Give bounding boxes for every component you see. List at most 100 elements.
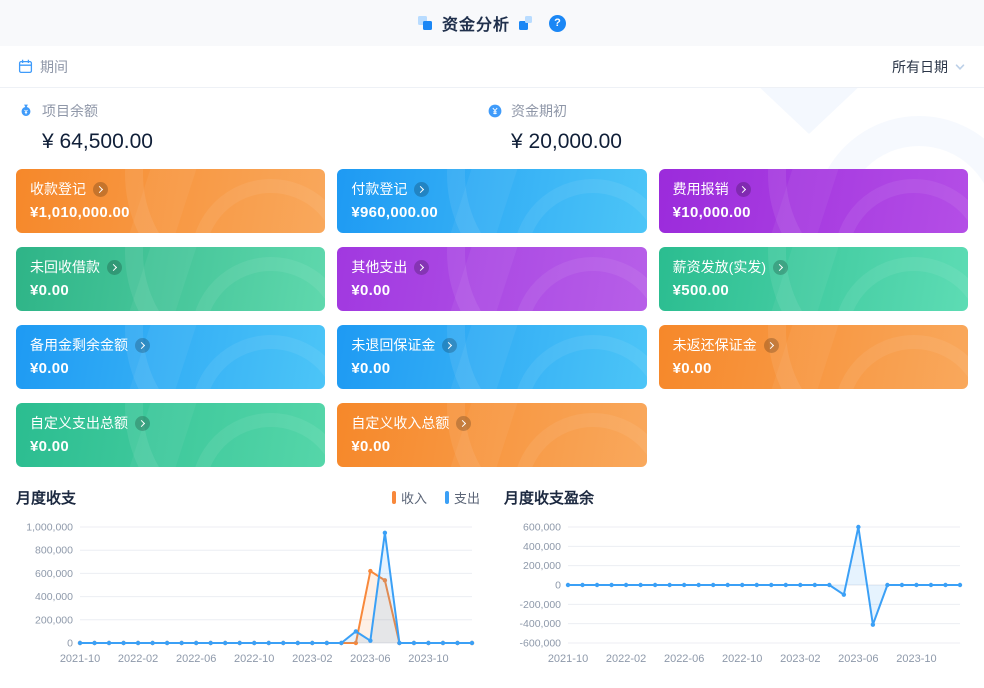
- svg-text:-600,000: -600,000: [520, 638, 562, 650]
- svg-text:2023-10: 2023-10: [896, 653, 936, 665]
- fund-card[interactable]: 备用金剩余金额 ¥0.00: [16, 325, 325, 389]
- svg-text:2023-10: 2023-10: [408, 653, 448, 665]
- legend-item[interactable]: 收入: [392, 488, 427, 507]
- data-point: [726, 583, 730, 587]
- legend-item[interactable]: 支出: [445, 488, 480, 507]
- data-point: [281, 641, 285, 645]
- data-point: [121, 641, 125, 645]
- chevron-right-icon: [764, 338, 779, 353]
- card-value: ¥0.00: [30, 360, 311, 377]
- chart-legend: 收入 支出: [392, 488, 480, 507]
- svg-text:400,000: 400,000: [35, 591, 73, 603]
- svg-text:2022-06: 2022-06: [664, 653, 704, 665]
- legend-marker-icon: [392, 491, 396, 504]
- svg-text:200,000: 200,000: [35, 614, 73, 626]
- card-value: ¥0.00: [351, 282, 632, 299]
- fund-card[interactable]: 付款登记 ¥960,000.00: [337, 169, 646, 233]
- data-point: [711, 583, 715, 587]
- data-point: [150, 641, 154, 645]
- legend-marker-icon: [445, 491, 449, 504]
- data-point: [609, 583, 613, 587]
- data-point: [696, 583, 700, 587]
- fund-card[interactable]: 自定义收入总额 ¥0.00: [337, 403, 646, 467]
- data-point: [827, 583, 831, 587]
- chevron-right-icon: [736, 182, 751, 197]
- data-point: [900, 583, 904, 587]
- chevron-right-icon: [107, 260, 122, 275]
- summary-section: 项目余额 ¥ 64,500.00 资金期初 ¥ 20,000.00: [0, 88, 984, 163]
- fund-card[interactable]: 其他支出 ¥0.00: [337, 247, 646, 311]
- svg-text:-200,000: -200,000: [520, 599, 562, 611]
- card-value: ¥0.00: [30, 282, 311, 299]
- data-point: [813, 583, 817, 587]
- fund-card[interactable]: 未返还保证金 ¥0.00: [659, 325, 968, 389]
- data-point: [165, 641, 169, 645]
- data-point: [566, 583, 570, 587]
- data-point: [455, 641, 459, 645]
- data-point: [638, 583, 642, 587]
- data-point: [441, 641, 445, 645]
- svg-text:0: 0: [555, 580, 561, 592]
- card-value: ¥0.00: [30, 438, 311, 455]
- svg-text:0: 0: [67, 638, 73, 650]
- date-filter-dropdown[interactable]: 所有日期: [892, 57, 966, 77]
- chevron-right-icon: [135, 338, 150, 353]
- card-label: 薪资发放(实发): [673, 257, 766, 277]
- data-point: [943, 583, 947, 587]
- date-filter-value: 所有日期: [892, 57, 948, 77]
- help-icon[interactable]: ?: [549, 15, 566, 32]
- data-point: [310, 641, 314, 645]
- svg-text:600,000: 600,000: [523, 522, 561, 534]
- data-point: [238, 641, 242, 645]
- data-point: [194, 641, 198, 645]
- data-point: [595, 583, 599, 587]
- data-point: [842, 592, 846, 596]
- data-point: [267, 641, 271, 645]
- data-point: [470, 641, 474, 645]
- data-point: [740, 583, 744, 587]
- card-label: 付款登记: [351, 179, 407, 199]
- fund-card[interactable]: 费用报销 ¥10,000.00: [659, 169, 968, 233]
- period-label: 期间: [40, 57, 68, 77]
- summary-label: 项目余额: [42, 101, 98, 121]
- data-point: [871, 622, 875, 626]
- fund-card[interactable]: 未退回保证金 ¥0.00: [337, 325, 646, 389]
- legend-label: 收入: [401, 488, 427, 507]
- svg-text:1,000,000: 1,000,000: [26, 522, 73, 534]
- card-label: 费用报销: [673, 179, 729, 199]
- summary-initial-funds: 资金期初 ¥ 20,000.00: [487, 101, 956, 154]
- data-point: [624, 583, 628, 587]
- data-point: [397, 641, 401, 645]
- card-label: 收款登记: [30, 179, 86, 199]
- data-point: [580, 583, 584, 587]
- fund-card[interactable]: 自定义支出总额 ¥0.00: [16, 403, 325, 467]
- svg-text:2022-10: 2022-10: [722, 653, 762, 665]
- data-point: [325, 641, 329, 645]
- data-point: [223, 641, 227, 645]
- fund-card[interactable]: 未回收借款 ¥0.00: [16, 247, 325, 311]
- data-point: [755, 583, 759, 587]
- monthly-surplus-chart: 月度收支盈余 -600,000-400,000-200,0000200,0004…: [504, 485, 968, 674]
- data-point: [682, 583, 686, 587]
- fund-card[interactable]: 收款登记 ¥1,010,000.00: [16, 169, 325, 233]
- data-point: [368, 638, 372, 642]
- data-point: [958, 583, 962, 587]
- card-label: 自定义支出总额: [30, 413, 128, 433]
- card-value: ¥500.00: [673, 282, 954, 299]
- svg-text:800,000: 800,000: [35, 545, 73, 557]
- data-point: [383, 531, 387, 535]
- legend-label: 支出: [454, 488, 480, 507]
- data-point: [339, 641, 343, 645]
- funds-analysis-page: 资金分析 ? 期间 所有日期: [0, 0, 984, 674]
- fund-card[interactable]: 薪资发放(实发) ¥500.00: [659, 247, 968, 311]
- chart-canvas: -600,000-400,000-200,0000200,000400,0006…: [504, 517, 968, 669]
- card-label: 其他支出: [351, 257, 407, 277]
- money-bag-icon: [18, 103, 34, 119]
- data-point: [769, 583, 773, 587]
- data-point: [296, 641, 300, 645]
- chevron-right-icon: [773, 260, 788, 275]
- svg-text:400,000: 400,000: [523, 541, 561, 553]
- data-point: [856, 525, 860, 529]
- data-point: [412, 641, 416, 645]
- chevron-right-icon: [93, 182, 108, 197]
